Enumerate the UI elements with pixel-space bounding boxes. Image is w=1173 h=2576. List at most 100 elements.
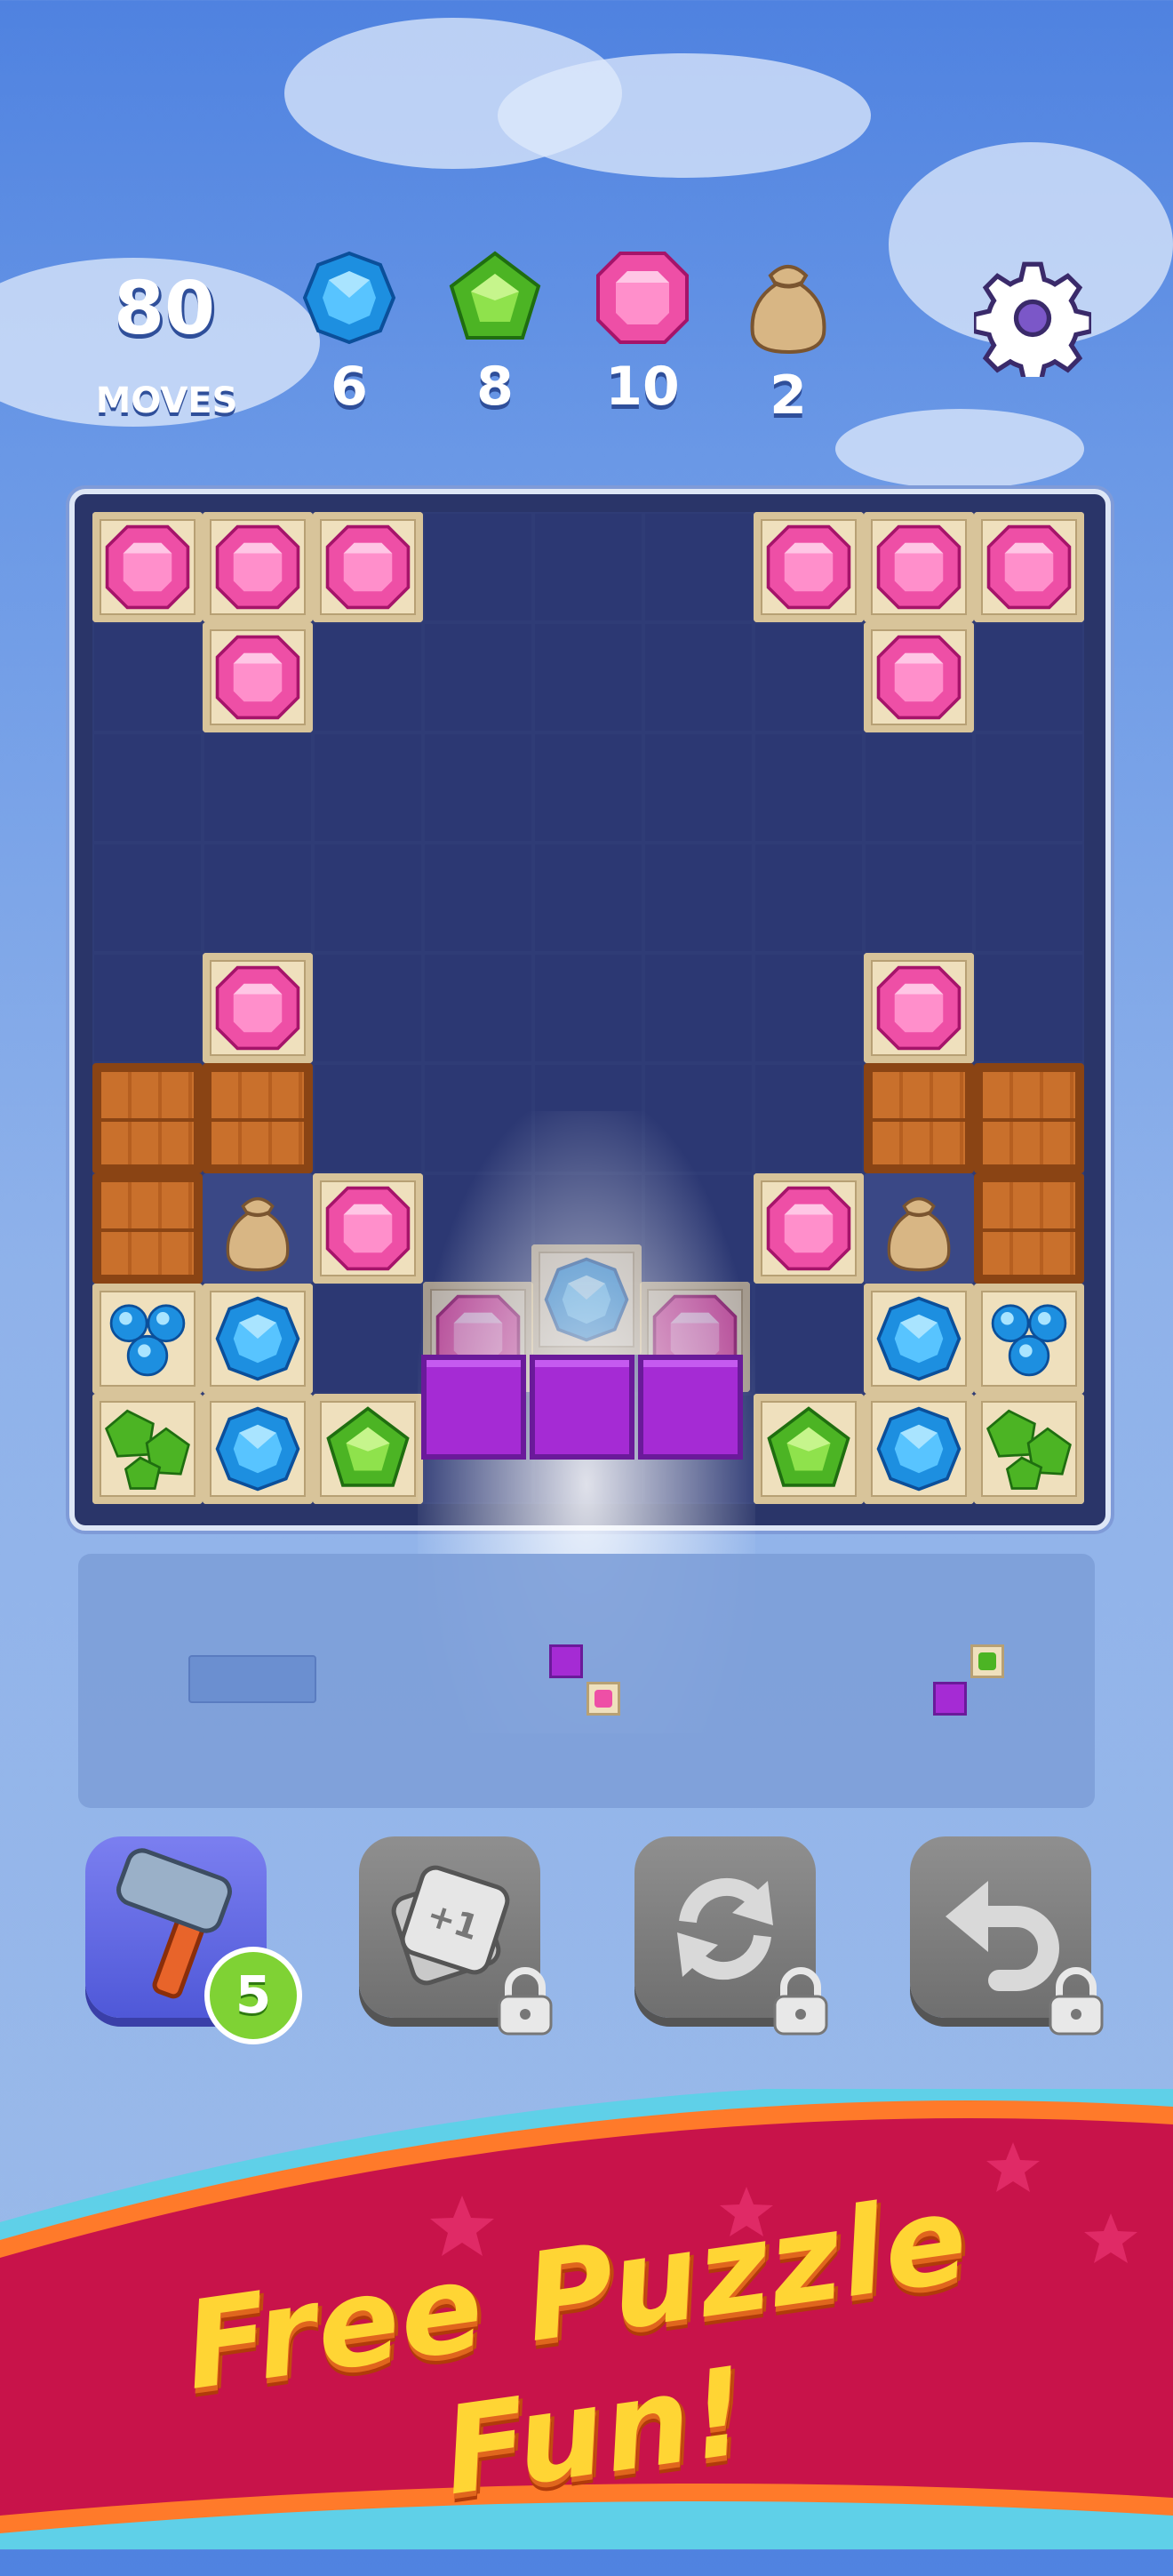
green-gem-tile (754, 1394, 864, 1504)
piece-slot-3[interactable] (933, 1644, 1013, 1724)
board-cell[interactable] (754, 843, 864, 953)
green-gem-tile (970, 1644, 1004, 1678)
pink-gem-icon (986, 524, 1072, 610)
sack-icon (887, 1197, 951, 1272)
green-gem-cluster-icon (104, 1409, 190, 1490)
board-cell[interactable] (643, 732, 754, 843)
blue-gem-tile (864, 1284, 974, 1394)
blue-gem-icon (302, 251, 396, 345)
pink-gem-tile (864, 953, 974, 1063)
blue-gem-icon (876, 1406, 962, 1492)
piece-slot-1[interactable] (188, 1655, 316, 1703)
board-cell[interactable] (974, 953, 1084, 1063)
goal-count: 6 (331, 356, 368, 418)
board-cell[interactable] (974, 732, 1084, 843)
board-cell[interactable] (974, 622, 1084, 732)
plus-one-button[interactable]: +1 (359, 1836, 553, 2036)
board-cell[interactable] (533, 512, 643, 622)
pink-gem-tile (754, 512, 864, 622)
board-cell[interactable] (423, 953, 533, 1063)
gear-icon[interactable] (974, 260, 1091, 377)
blue-gem-icon (876, 1296, 962, 1381)
hammer-button[interactable]: 5 (85, 1836, 302, 2044)
board-cell[interactable] (203, 843, 313, 953)
green-gem-cluster-tile (974, 1394, 1084, 1504)
blue-gem-tile (864, 1394, 974, 1504)
hammer-count-badge: 5 (204, 1947, 302, 2044)
board-cell[interactable] (423, 512, 533, 622)
pink-gem-tile (203, 512, 313, 622)
green-gem-icon (978, 1652, 996, 1670)
board-cell[interactable] (754, 1063, 864, 1173)
blue-gem-icon (215, 1296, 300, 1381)
piece-slot-2[interactable] (549, 1644, 629, 1724)
board-cell[interactable] (92, 622, 203, 732)
blue-gem-tile (203, 1394, 313, 1504)
board-cell[interactable] (754, 732, 864, 843)
lock-icon (498, 1967, 553, 2036)
undo-button[interactable] (910, 1836, 1104, 2036)
board-cell[interactable] (864, 843, 974, 953)
board-cell[interactable] (423, 622, 533, 732)
pink-gem-tile (313, 1173, 423, 1284)
board-cell[interactable] (643, 843, 754, 953)
pink-gem-icon (876, 965, 962, 1051)
board-cell[interactable] (313, 843, 423, 953)
board-cell[interactable] (643, 512, 754, 622)
board-cell[interactable] (754, 953, 864, 1063)
green-gem-cluster-tile (92, 1394, 203, 1504)
board-cell[interactable] (313, 953, 423, 1063)
sack-icon (226, 1197, 290, 1272)
board-cell[interactable] (754, 1284, 864, 1394)
board-cell[interactable] (313, 1063, 423, 1173)
board-cell[interactable] (313, 732, 423, 843)
board-cell[interactable] (643, 953, 754, 1063)
board-cell[interactable] (313, 622, 423, 732)
pink-gem-tile (203, 622, 313, 732)
board-cell[interactable] (92, 732, 203, 843)
board-cell[interactable] (643, 622, 754, 732)
blue-gem-cluster-icon (991, 1304, 1067, 1377)
goal-sack: 2 (730, 249, 846, 427)
board-cell[interactable] (533, 843, 643, 953)
pink-gem-icon (876, 524, 962, 610)
refresh-button[interactable] (634, 1836, 828, 2036)
purple-block (530, 1355, 634, 1460)
pink-gem-icon (596, 252, 689, 344)
wooden-crate (864, 1063, 974, 1173)
board-cell[interactable] (754, 622, 864, 732)
goal-green-gem: 8 (437, 249, 553, 427)
board-cell[interactable] (203, 732, 313, 843)
sack-tile (864, 1173, 974, 1284)
pink-gem-tile (864, 512, 974, 622)
wooden-crate (203, 1063, 313, 1173)
board-cell[interactable] (533, 622, 643, 732)
pink-gem-icon (766, 524, 851, 610)
pink-gem-tile (974, 512, 1084, 622)
lock-icon (1049, 1967, 1104, 2036)
board-cell[interactable] (423, 732, 533, 843)
pink-gem-icon (215, 965, 300, 1051)
board-cell[interactable] (313, 1284, 423, 1394)
green-gem-icon (326, 1406, 410, 1487)
pink-gem-icon (766, 1186, 851, 1271)
board-cell[interactable] (92, 953, 203, 1063)
board-cell[interactable] (92, 843, 203, 953)
green-gem-icon (767, 1406, 850, 1487)
goal-count: 2 (770, 364, 807, 427)
green-gem-tile (313, 1394, 423, 1504)
board-cell[interactable] (533, 732, 643, 843)
board-cell[interactable] (864, 732, 974, 843)
pink-gem-tile (203, 953, 313, 1063)
wooden-crate (92, 1173, 203, 1284)
pink-gem-icon (215, 524, 300, 610)
sack-tile (203, 1173, 313, 1284)
pink-gem-tile (92, 512, 203, 622)
pink-gem-tile (754, 1173, 864, 1284)
pink-gem-tile (313, 512, 423, 622)
board-cell[interactable] (974, 843, 1084, 953)
moves-label: MOVES (95, 380, 238, 421)
board-cell[interactable] (533, 953, 643, 1063)
board-cell[interactable] (423, 843, 533, 953)
lock-icon (773, 1967, 828, 2036)
